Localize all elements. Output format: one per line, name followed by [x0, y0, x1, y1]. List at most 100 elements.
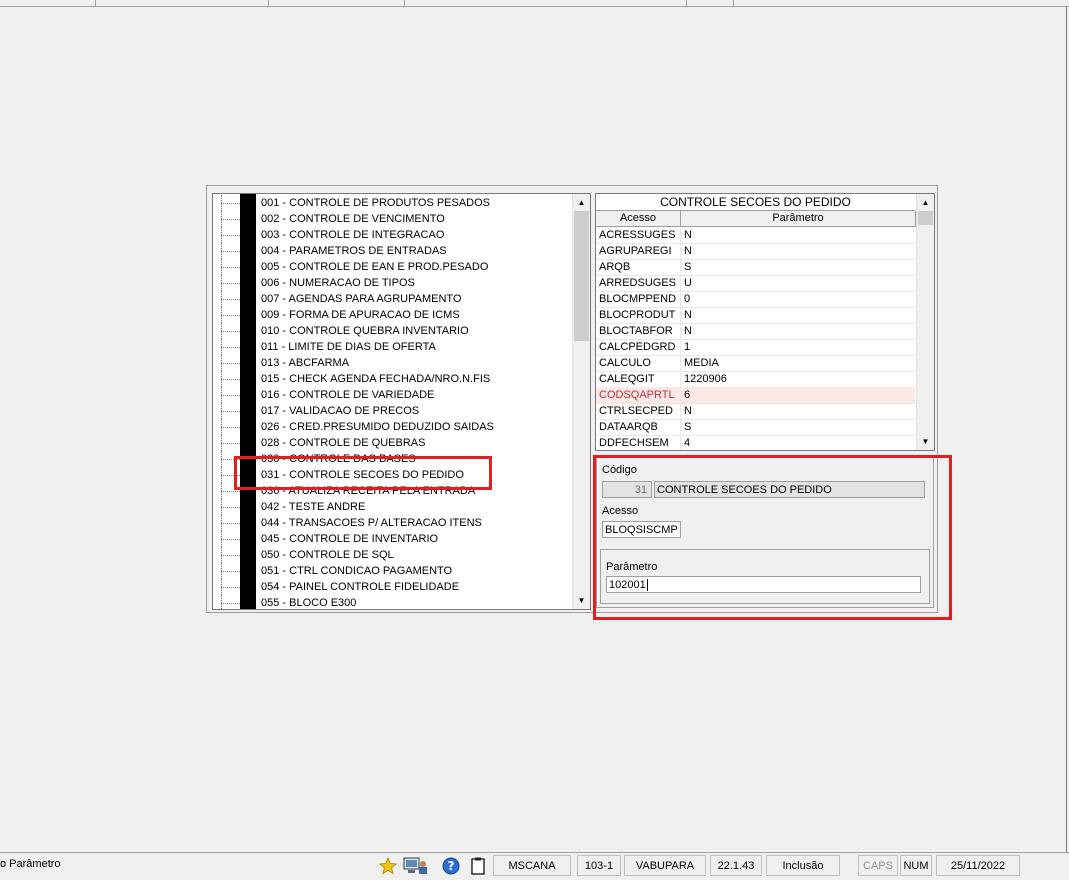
scroll-down-icon[interactable]: ▼ [917, 433, 934, 450]
cell-divider [680, 419, 681, 435]
cell-acesso: BLOCMPPEND [599, 293, 677, 305]
tree-item[interactable]: 001 - CONTROLE DE PRODUTOS PESADOS [213, 195, 571, 211]
scroll-thumb[interactable] [918, 211, 933, 225]
grid-row[interactable]: ARREDSUGES U [596, 275, 915, 292]
status-company: VABUPARA [624, 855, 706, 876]
cell-parametro: MEDIA [684, 357, 719, 369]
cell-acesso: CTRLSECPED [599, 405, 673, 417]
tree-item[interactable]: 015 - CHECK AGENDA FECHADA/NRO.N.FIS [213, 371, 571, 387]
cell-divider [680, 371, 681, 387]
tree-item[interactable]: 055 - BLOCO E300 [213, 595, 571, 609]
grid-row[interactable]: CALCPEDGRD 1 [596, 339, 915, 356]
scroll-up-icon[interactable]: ▲ [573, 194, 590, 211]
tree-item[interactable]: 013 - ABCFARMA [213, 355, 571, 371]
tree-connector [221, 411, 240, 412]
tree-item[interactable]: 028 - CONTROLE DE QUEBRAS [213, 435, 571, 451]
tree-item[interactable]: 006 - NUMERACAO DE TIPOS [213, 275, 571, 291]
cell-parametro: 0 [684, 293, 691, 305]
tree-item-label: 013 - ABCFARMA [261, 357, 350, 369]
grid-row[interactable]: CODSQAPRTL 6 [596, 387, 915, 404]
tree-item[interactable]: 042 - TESTE ANDRE [213, 499, 571, 515]
grid-row[interactable]: CTRLSECPED N [596, 403, 915, 420]
tree-item[interactable]: 010 - CONTROLE QUEBRA INVENTARIO [213, 323, 571, 339]
grid-row[interactable]: DDFECHSEM 4 [596, 435, 915, 450]
tree-item[interactable]: 004 - PARAMETROS DE ENTRADAS [213, 243, 571, 259]
tree-item-label: 045 - CONTROLE DE INVENTARIO [261, 533, 439, 545]
tree-connector [221, 315, 240, 316]
tree-item[interactable]: 045 - CONTROLE DE INVENTARIO [213, 531, 571, 547]
tree-connector [221, 571, 240, 572]
tree-item-label: 044 - TRANSACOES P/ ALTERACAO ITENS [261, 517, 482, 529]
cell-divider [680, 387, 681, 403]
grid-scrollbar[interactable]: ▲ ▼ [916, 194, 934, 450]
computer-user-icon[interactable] [402, 856, 430, 876]
status-version: 22.1.43 [710, 855, 762, 876]
scroll-up-icon[interactable]: ▲ [917, 194, 934, 211]
tree-connector [221, 331, 240, 332]
tree-connector [221, 603, 240, 604]
scroll-down-icon[interactable]: ▼ [573, 592, 590, 609]
tree-item[interactable]: 051 - CTRL CONDICAO PAGAMENTO [213, 563, 571, 579]
tree-item[interactable]: 007 - AGENDAS PARA AGRUPAMENTO [213, 291, 571, 307]
cell-acesso: DATAARQB [599, 421, 658, 433]
tree-item-label: 007 - AGENDAS PARA AGRUPAMENTO [261, 293, 462, 305]
star-icon[interactable] [378, 856, 398, 876]
tree-connector [221, 587, 240, 588]
grid-row[interactable]: ARQB S [596, 259, 915, 276]
grid-row[interactable]: BLOCTABFOR N [596, 323, 915, 340]
cell-divider [680, 403, 681, 419]
svg-text:?: ? [448, 859, 455, 873]
tree-item-label: 042 - TESTE ANDRE [261, 501, 366, 513]
tree-item[interactable]: 002 - CONTROLE DE VENCIMENTO [213, 211, 571, 227]
highlight-selected-item [234, 456, 492, 490]
status-mode: Inclusão [766, 855, 840, 876]
tree-item[interactable]: 016 - CONTROLE DE VARIEDADE [213, 387, 571, 403]
column-header-parametro[interactable]: Parâmetro [681, 211, 916, 227]
grid-row[interactable]: BLOCPRODUT N [596, 307, 915, 324]
cell-parametro: 1 [684, 341, 691, 353]
cell-acesso: AGRUPAREGI [599, 245, 672, 257]
window-edge [1066, 6, 1067, 852]
tree-item[interactable]: 054 - PAINEL CONTROLE FIDELIDADE [213, 579, 571, 595]
tree-item-label: 050 - CONTROLE DE SQL [261, 549, 394, 561]
help-icon[interactable]: ? [441, 856, 461, 876]
tree-item-label: 004 - PARAMETROS DE ENTRADAS [261, 245, 447, 257]
cell-acesso: ARREDSUGES [599, 277, 677, 289]
clipboard-icon[interactable] [468, 856, 488, 876]
tree-item[interactable]: 026 - CRED.PRESUMIDO DEDUZIDO SAIDAS [213, 419, 571, 435]
tree-connector [221, 203, 240, 204]
column-header-acesso[interactable]: Acesso [596, 211, 681, 227]
status-num: NUM [900, 855, 932, 876]
grid-row[interactable]: CALCULO MEDIA [596, 355, 915, 372]
grid-row[interactable]: ACRESSUGES N [596, 227, 915, 244]
parameter-grid[interactable]: CONTROLE SECOES DO PEDIDO Acesso Parâmet… [595, 193, 935, 451]
tree-scrollbar[interactable]: ▲ ▼ [572, 194, 590, 609]
tree-item-label: 016 - CONTROLE DE VARIEDADE [261, 389, 435, 401]
scroll-thumb[interactable] [574, 211, 589, 341]
tree-item[interactable]: 003 - CONTROLE DE INTEGRACAO [213, 227, 571, 243]
cell-divider [680, 259, 681, 275]
tree-connector [221, 251, 240, 252]
cell-acesso: CALCULO [599, 357, 651, 369]
tree-connector [221, 491, 240, 492]
grid-row[interactable]: AGRUPAREGI N [596, 243, 915, 260]
status-date: 25/11/2022 [936, 855, 1020, 876]
tree-item[interactable]: 011 - LIMITE DE DIAS DE OFERTA [213, 339, 571, 355]
cell-divider [680, 307, 681, 323]
tree-item[interactable]: 050 - CONTROLE DE SQL [213, 547, 571, 563]
grid-row[interactable]: BLOCMPPEND 0 [596, 291, 915, 308]
highlight-edit-form [593, 455, 952, 620]
tree-connector [221, 427, 240, 428]
cell-parametro: U [684, 277, 692, 289]
grid-row[interactable]: DATAARQB S [596, 419, 915, 436]
tree-item[interactable]: 044 - TRANSACOES P/ ALTERACAO ITENS [213, 515, 571, 531]
cell-divider [680, 243, 681, 259]
tree-item[interactable]: 005 - CONTROLE DE EAN E PROD.PESADO [213, 259, 571, 275]
parameter-tree[interactable]: 001 - CONTROLE DE PRODUTOS PESADOS 002 - … [212, 193, 591, 610]
status-user: MSCANA [493, 855, 571, 876]
tree-item-label: 026 - CRED.PRESUMIDO DEDUZIDO SAIDAS [261, 421, 494, 433]
grid-row[interactable]: CALEQGIT 1220906 [596, 371, 915, 388]
tree-item[interactable]: 009 - FORMA DE APURACAO DE ICMS [213, 307, 571, 323]
tree-connector [221, 347, 240, 348]
tree-item[interactable]: 017 - VALIDACAO DE PRECOS [213, 403, 571, 419]
